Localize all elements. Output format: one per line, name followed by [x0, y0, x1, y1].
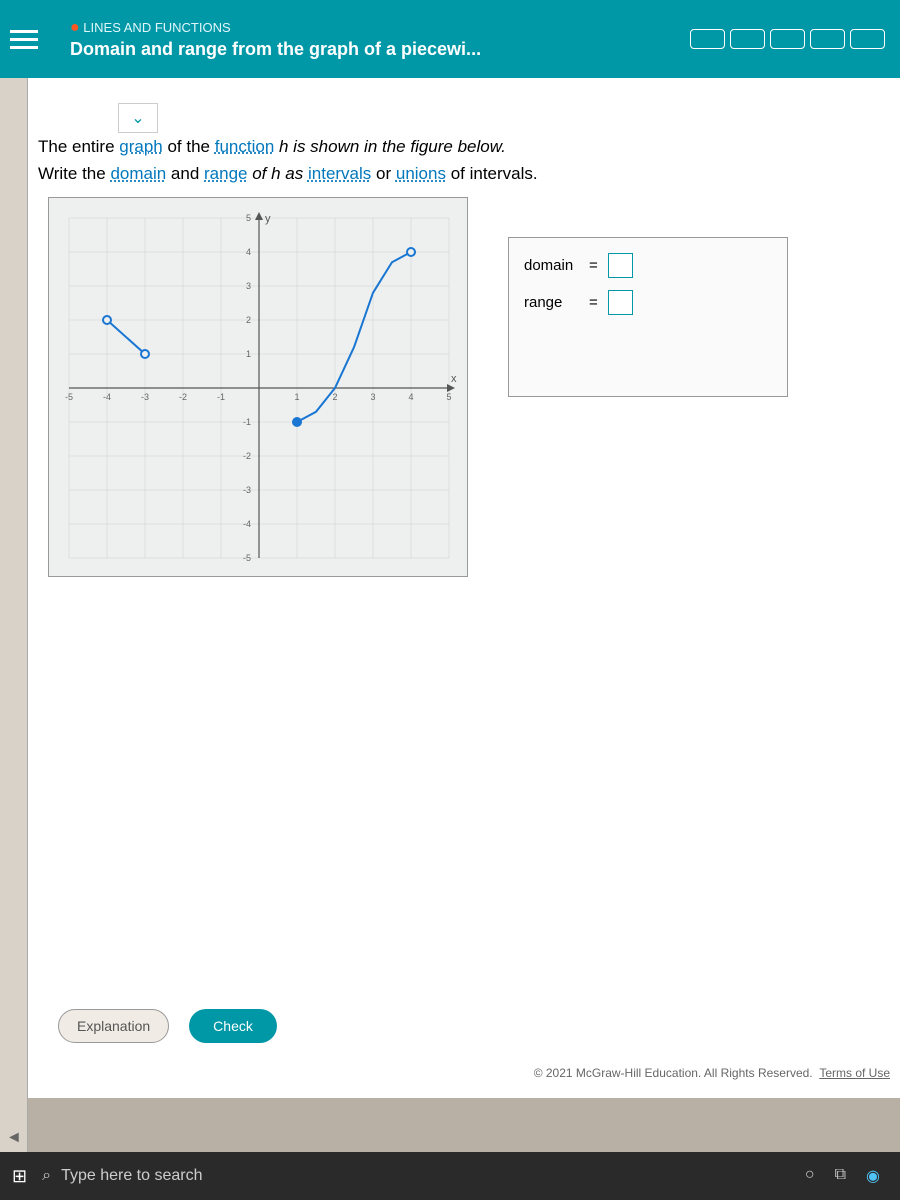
function-term[interactable]: function: [215, 137, 275, 156]
range-term[interactable]: range: [204, 164, 247, 183]
svg-text:2: 2: [332, 392, 337, 402]
category-label: ● LINES AND FUNCTIONS: [70, 19, 481, 37]
svg-text:x: x: [451, 373, 457, 385]
explanation-button[interactable]: Explanation: [58, 1009, 169, 1043]
svg-text:y: y: [265, 213, 271, 225]
domain-term[interactable]: domain: [110, 164, 166, 183]
copyright-text: © 2021 McGraw-Hill Education. All Rights…: [534, 1066, 890, 1080]
page-title: Domain and range from the graph of a pie…: [70, 39, 481, 60]
svg-text:1: 1: [246, 349, 251, 359]
scroll-left-arrow-icon[interactable]: ◄: [6, 1129, 22, 1147]
svg-text:5: 5: [446, 392, 451, 402]
svg-text:-1: -1: [243, 417, 251, 427]
graph-term[interactable]: graph: [119, 137, 162, 156]
svg-text:3: 3: [246, 281, 251, 291]
svg-text:-2: -2: [179, 392, 187, 402]
answer-panel: domain = range =: [508, 237, 788, 397]
domain-label: domain: [524, 257, 579, 274]
range-input[interactable]: [608, 290, 633, 315]
svg-text:-4: -4: [243, 519, 251, 529]
taskbar-search[interactable]: ⌕ Type here to search: [42, 1167, 202, 1185]
svg-text:5: 5: [246, 213, 251, 223]
svg-text:-5: -5: [243, 553, 251, 563]
dropdown-toggle[interactable]: ⌄: [118, 103, 158, 133]
svg-text:-3: -3: [243, 485, 251, 495]
left-scrollbar[interactable]: ◄: [0, 78, 28, 1152]
search-icon: ⌕: [42, 1167, 51, 1185]
intervals-term[interactable]: intervals: [308, 164, 371, 183]
svg-text:-1: -1: [217, 392, 225, 402]
unions-term[interactable]: unions: [396, 164, 446, 183]
svg-text:1: 1: [294, 392, 299, 402]
app-header: ● LINES AND FUNCTIONS Domain and range f…: [0, 0, 900, 78]
svg-text:4: 4: [246, 247, 251, 257]
menu-icon[interactable]: [10, 19, 50, 59]
content-area: ⌄ The entire graph of the function h is …: [28, 78, 900, 1098]
graph-plot: -5-4-3-2-112345-5-4-3-2-112345xy: [48, 197, 468, 577]
windows-start-icon[interactable]: ⊞: [12, 1166, 27, 1187]
search-placeholder: Type here to search: [61, 1167, 202, 1185]
windows-taskbar[interactable]: ⊞ ⌕ Type here to search ○ ⧉ ◉: [0, 1152, 900, 1200]
cortana-icon[interactable]: ○: [805, 1166, 815, 1186]
domain-input[interactable]: [608, 253, 633, 278]
svg-text:4: 4: [408, 392, 413, 402]
svg-text:-4: -4: [103, 392, 111, 402]
svg-text:-2: -2: [243, 451, 251, 461]
progress-boxes: [690, 29, 885, 49]
terms-link[interactable]: Terms of Use: [819, 1066, 890, 1080]
range-label: range: [524, 294, 579, 311]
svg-text:-5: -5: [65, 392, 73, 402]
svg-text:-3: -3: [141, 392, 149, 402]
svg-text:3: 3: [370, 392, 375, 402]
check-button[interactable]: Check: [189, 1009, 277, 1043]
chevron-down-icon: ⌄: [131, 108, 144, 128]
svg-text:2: 2: [246, 315, 251, 325]
problem-prompt: The entire graph of the function h is sh…: [38, 133, 880, 187]
edge-icon[interactable]: ◉: [866, 1166, 880, 1186]
taskview-icon[interactable]: ⧉: [835, 1166, 846, 1186]
